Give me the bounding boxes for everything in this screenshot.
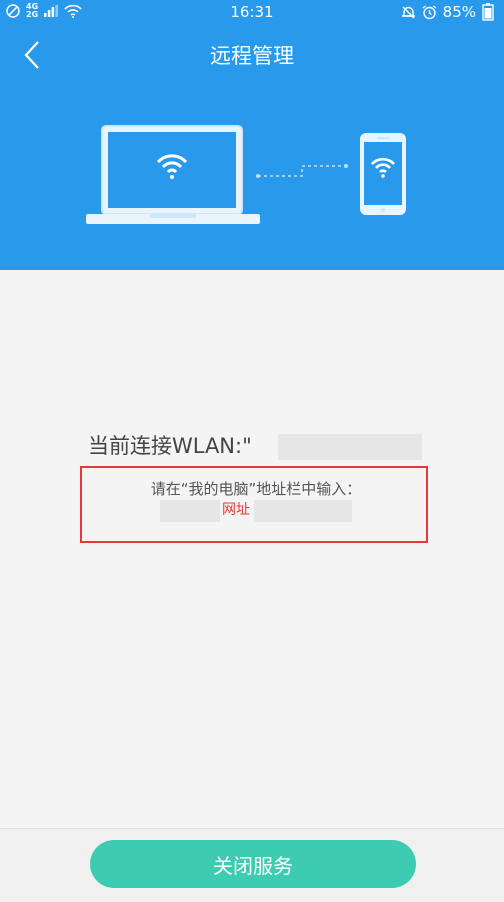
redacted-address-left: [160, 500, 220, 522]
current-wlan-label: 当前连接WLAN:": [88, 434, 252, 458]
dashed-connection-line: [256, 164, 348, 178]
bottom-bar: 关闭服务: [0, 828, 504, 902]
silent-bell-icon: [401, 6, 415, 18]
instruction-text: 请在“我的电脑”地址栏中输入：: [150, 480, 362, 498]
address-instructions-box: 请在“我的电脑”地址栏中输入： 网址: [80, 466, 428, 543]
status-bar: 4G 2G 16:31 85%: [0, 0, 504, 24]
page-title: 远程管理: [210, 44, 294, 68]
header-banner: 4G 2G 16:31 85% 远程管理: [0, 0, 504, 270]
nav-bar: 远程管理: [0, 24, 504, 86]
battery-icon: [482, 3, 494, 21]
url-label: 网址: [222, 502, 250, 518]
phone-icon: [360, 133, 406, 215]
alarm-icon: [422, 4, 437, 19]
battery-percentage: 85%: [442, 3, 476, 21]
laptop-icon: [86, 125, 260, 224]
close-service-button[interactable]: 关闭服务: [90, 840, 416, 888]
redacted-address-right: [254, 500, 352, 522]
connection-illustration: [0, 110, 504, 240]
redacted-wlan-name: [278, 434, 422, 460]
